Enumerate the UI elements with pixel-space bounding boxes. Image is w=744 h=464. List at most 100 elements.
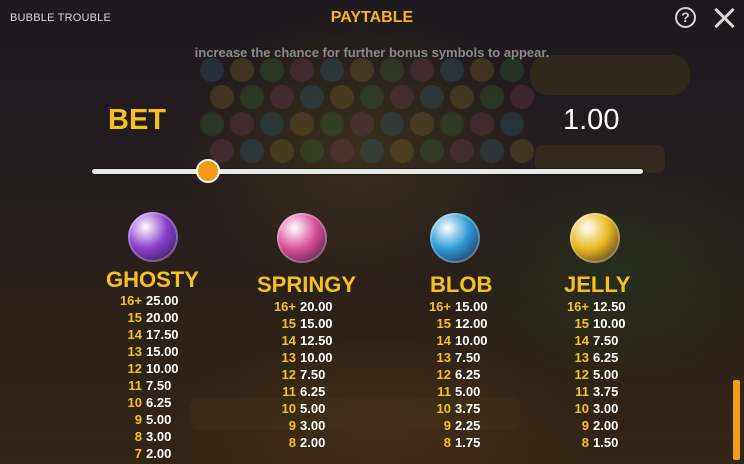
background-bubble bbox=[390, 85, 414, 109]
pay-list: 16+ 20.00 15 15.00 14 12.50 13 10.00 12 7.50 11 6.2… bbox=[270, 298, 333, 451]
symbol-count: 9 bbox=[581, 418, 589, 433]
pay-row: 11 3.75 bbox=[563, 383, 626, 400]
background-bubble bbox=[440, 58, 464, 82]
background-bubble bbox=[450, 139, 474, 163]
pay-row: 15 12.00 bbox=[425, 315, 488, 332]
symbol-count: 15 bbox=[574, 316, 589, 331]
background-bubble bbox=[380, 112, 404, 136]
payout-value: 7.50 bbox=[300, 367, 326, 382]
bet-slider-handle[interactable] bbox=[195, 159, 220, 183]
payout-value: 3.00 bbox=[146, 429, 172, 444]
pay-row: 14 7.50 bbox=[563, 332, 626, 349]
pay-row: 10 3.75 bbox=[425, 400, 488, 417]
payout-value: 3.75 bbox=[455, 401, 481, 416]
background-bubble bbox=[290, 112, 314, 136]
payout-value: 3.00 bbox=[300, 418, 326, 433]
payout-value: 5.00 bbox=[146, 412, 172, 427]
payout-value: 2.00 bbox=[593, 418, 619, 433]
symbol-count: 14 bbox=[574, 333, 589, 348]
payout-value: 7.50 bbox=[593, 333, 619, 348]
symbol-count: 10 bbox=[281, 401, 296, 416]
background-bubble bbox=[410, 112, 434, 136]
pay-row: 12 5.00 bbox=[563, 366, 626, 383]
payout-value: 10.00 bbox=[300, 350, 333, 365]
intro-text: increase the chance for further bonus sy… bbox=[194, 45, 550, 60]
background-bubble bbox=[260, 58, 284, 82]
payout-value: 2.00 bbox=[300, 435, 326, 450]
background-bubble bbox=[500, 58, 524, 82]
pay-row: 16+ 15.00 bbox=[425, 298, 488, 315]
symbol-count: 15 bbox=[127, 310, 142, 325]
symbol-count: 8 bbox=[443, 435, 451, 450]
background-bubble bbox=[330, 139, 354, 163]
payout-value: 10.00 bbox=[455, 333, 488, 348]
background-bubble bbox=[320, 112, 344, 136]
symbol-count: 16+ bbox=[566, 299, 589, 314]
symbol-count: 10 bbox=[127, 395, 142, 410]
page-title: PAYTABLE bbox=[330, 9, 414, 26]
background-bubble bbox=[450, 85, 474, 109]
background-bubble bbox=[270, 85, 294, 109]
help-button[interactable]: ? bbox=[675, 7, 696, 28]
symbol-name: SPRINGY bbox=[257, 272, 357, 297]
symbol-count: 16+ bbox=[273, 299, 296, 314]
symbol-count: 14 bbox=[436, 333, 451, 348]
symbol-count: 12 bbox=[436, 367, 451, 382]
background-bubble bbox=[240, 139, 264, 163]
symbol-count: 12 bbox=[281, 367, 296, 382]
background-bubble-grid bbox=[200, 58, 534, 168]
symbol-count: 15 bbox=[281, 316, 296, 331]
payout-value: 7.50 bbox=[146, 378, 172, 393]
symbol-name: BLOB bbox=[430, 272, 493, 297]
symbol-count: 12 bbox=[574, 367, 589, 382]
payout-value: 10.00 bbox=[146, 361, 179, 376]
pay-row: 8 1.50 bbox=[563, 434, 626, 451]
background-bubble bbox=[300, 85, 324, 109]
symbol-count: 12 bbox=[127, 361, 142, 376]
background-bubble bbox=[270, 139, 294, 163]
symbol-count: 8 bbox=[134, 429, 142, 444]
symbol-count: 9 bbox=[443, 418, 451, 433]
payout-value: 20.00 bbox=[300, 299, 333, 314]
pay-row: 13 15.00 bbox=[116, 343, 179, 360]
symbol-count: 13 bbox=[574, 350, 589, 365]
background-bubble bbox=[380, 58, 404, 82]
background-bubble bbox=[330, 85, 354, 109]
pay-row: 8 2.00 bbox=[270, 434, 333, 451]
symbol-count: 11 bbox=[282, 384, 296, 399]
payout-value: 7.50 bbox=[455, 350, 481, 365]
background-bubble bbox=[210, 85, 234, 109]
jelly-icon bbox=[570, 213, 620, 263]
symbol-count: 8 bbox=[288, 435, 296, 450]
pay-row: 15 10.00 bbox=[563, 315, 626, 332]
pay-row: 14 10.00 bbox=[425, 332, 488, 349]
bet-slider-track[interactable] bbox=[92, 169, 643, 174]
payout-value: 5.00 bbox=[300, 401, 326, 416]
payout-value: 2.00 bbox=[146, 446, 172, 461]
pay-row: 10 6.25 bbox=[116, 394, 179, 411]
pay-list: 16+ 15.00 15 12.00 14 10.00 13 7.50 12 6.25 11 5.00… bbox=[425, 298, 488, 451]
close-button[interactable] bbox=[712, 6, 736, 30]
payout-value: 3.75 bbox=[593, 384, 619, 399]
top-bar: BUBBLE TROUBLE PAYTABLE ? bbox=[0, 0, 744, 40]
symbol-count: 11 bbox=[128, 378, 142, 393]
symbol-count: 13 bbox=[127, 344, 142, 359]
payout-value: 15.00 bbox=[300, 316, 333, 331]
background-bubble bbox=[470, 112, 494, 136]
payout-value: 12.50 bbox=[300, 333, 333, 348]
pay-row: 9 5.00 bbox=[116, 411, 179, 428]
background-bubble bbox=[230, 58, 254, 82]
symbol-count: 8 bbox=[581, 435, 589, 450]
background-bubble bbox=[290, 58, 314, 82]
springy-icon bbox=[277, 213, 327, 263]
payout-value: 6.25 bbox=[300, 384, 326, 399]
payout-value: 10.00 bbox=[593, 316, 626, 331]
symbol-count: 9 bbox=[288, 418, 296, 433]
symbol-count: 16+ bbox=[119, 293, 142, 308]
symbol-name: JELLY bbox=[564, 272, 631, 297]
scrollbar[interactable] bbox=[733, 380, 740, 460]
payout-value: 25.00 bbox=[146, 293, 179, 308]
pay-row: 15 20.00 bbox=[116, 309, 179, 326]
payout-value: 17.50 bbox=[146, 327, 179, 342]
pay-row: 7 2.00 bbox=[116, 445, 179, 462]
